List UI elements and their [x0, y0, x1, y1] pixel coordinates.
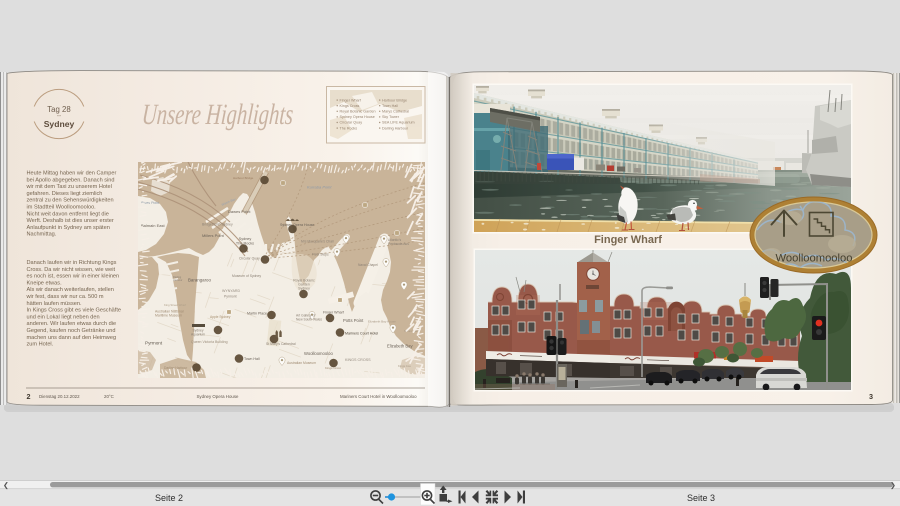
svg-text:Elizabeth Bay: Elizabeth Bay [387, 344, 414, 349]
svg-text:anderen. Wir laufen etwas durc: anderen. Wir laufen etwas durch die [27, 321, 117, 327]
svg-text:WYNYARD: WYNYARD [222, 289, 241, 293]
svg-text:St Mary's Cathedral: St Mary's Cathedral [266, 342, 296, 346]
svg-text:Balmain East: Balmain East [141, 223, 165, 228]
svg-text:Sky Tower: Sky Tower [382, 115, 400, 119]
svg-text:gefahren. Dieses liegt ziemlic: gefahren. Dieses liegt ziemlich [27, 191, 103, 197]
svg-text:Circular Quay: Circular Quay [239, 257, 260, 261]
svg-text:Werft. Deshalb ist dies unser: Werft. Deshalb ist dies unser erster [27, 218, 114, 224]
svg-text:Danach laufen wir in Richtung: Danach laufen wir in Richtung Kings [27, 260, 117, 266]
svg-text:hätten laufen müssen.: hätten laufen müssen. [27, 301, 82, 307]
svg-text:❯: ❯ [890, 482, 896, 490]
svg-text:wir mit dem Taxi zu unserem Ho: wir mit dem Taxi zu unserem Hotel [26, 184, 112, 190]
svg-text:Sydney: Sydney [44, 119, 75, 129]
svg-text:Mariners Court Hotel: Mariners Court Hotel [345, 332, 378, 336]
svg-text:Elizabeth Bay House: Elizabeth Bay House [368, 320, 396, 324]
svg-text:Potts Point: Potts Point [343, 318, 364, 323]
svg-text:machen uns dann auf den Heimwe: machen uns dann auf den Heimweg [27, 335, 117, 341]
svg-text:zentral zu den Sehenswürdigkei: zentral zu den Sehenswürdigkeiten [27, 198, 114, 204]
svg-text:Harbour: Harbour [173, 278, 183, 282]
svg-text:Kurraba Point: Kurraba Point [307, 185, 332, 190]
svg-text:Circular Quay: Circular Quay [340, 121, 363, 125]
svg-text:Kings Cou: Kings Cou [398, 364, 411, 368]
svg-text:Mariners Court Hotel in Woollo: Mariners Court Hotel in Woolloomooloo [340, 394, 417, 399]
svg-text:Sydney Opera House: Sydney Opera House [197, 394, 240, 399]
svg-text:Woolloomooloo: Woolloomooloo [304, 351, 333, 356]
svg-text:Finger Wharf: Finger Wharf [594, 234, 662, 246]
svg-text:Marys Cathedral: Marys Cathedral [382, 110, 409, 114]
svg-text:bei Apollo abgegeben. Danach s: bei Apollo abgegeben. Danach sind [27, 177, 115, 183]
svg-text:Dienstag 20.12.2022: Dienstag 20.12.2022 [39, 394, 80, 399]
svg-text:Kneipe etwas.: Kneipe etwas. [27, 280, 63, 286]
svg-text:The Rocks: The Rocks [236, 242, 254, 246]
svg-text:Millers Point: Millers Point [202, 233, 225, 238]
svg-text:The Rocks: The Rocks [340, 126, 358, 130]
svg-text:Gegend, kaufen noch Getränke u: Gegend, kaufen noch Getränke und [27, 328, 116, 334]
svg-text:Kings Cross: Kings Cross [325, 366, 342, 370]
svg-text:Pyrmont: Pyrmont [145, 341, 163, 346]
svg-text:Museum of Sydney: Museum of Sydney [232, 274, 261, 278]
svg-text:Tag 28: Tag 28 [47, 105, 70, 114]
svg-text:es noch ist, essen wir in eine: es noch ist, essen wir in einer kleinen [27, 274, 120, 280]
svg-text:Seite 3: Seite 3 [687, 493, 715, 503]
svg-text:Martin Place: Martin Place [247, 312, 267, 316]
svg-text:Nicht weit davon entfernt lieg: Nicht weit davon entfernt liegt die [27, 211, 109, 217]
svg-text:Woolloomooloo: Woolloomooloo [776, 253, 853, 265]
svg-text:Australian Museum: Australian Museum [287, 361, 316, 365]
svg-text:Sydney Opera House: Sydney Opera House [340, 115, 375, 119]
svg-text:Cross. Da wir nicht wissen, wi: Cross. Da wir nicht wissen, wie weit [27, 267, 116, 273]
svg-text:Sydney Opera House: Sydney Opera House [280, 223, 314, 227]
svg-text:Town Hall: Town Hall [244, 357, 260, 361]
svg-text:Naval Chapel: Naval Chapel [358, 263, 378, 267]
svg-text:Town Hall: Town Hall [382, 104, 398, 108]
svg-text:Darling Harbour: Darling Harbour [164, 366, 188, 370]
svg-text:und ein Lokal liegt neben den: und ein Lokal liegt neben den [27, 314, 100, 320]
svg-text:Anlaufpunkt in Sydney am späte: Anlaufpunkt in Sydney am späten [27, 225, 110, 231]
svg-text:Heute Mittag haben wir den Cam: Heute Mittag haben wir den Camper [27, 171, 117, 177]
svg-text:King Street Wharf: King Street Wharf [164, 303, 186, 307]
svg-text:Pyrmont: Pyrmont [224, 295, 237, 299]
svg-text:Finger Wharf: Finger Wharf [323, 311, 344, 315]
svg-text:Aquarium: Aquarium [191, 333, 205, 337]
svg-text:Sydney: Sydney [298, 287, 310, 291]
svg-text:Kings Cross: Kings Cross [340, 104, 360, 108]
svg-text:In Kings Cross gibt es viele G: In Kings Cross gibt es viele Geschäfte [27, 308, 122, 314]
svg-text:Nachmittag.: Nachmittag. [27, 232, 57, 238]
svg-text:Darling Harbour: Darling Harbour [382, 126, 409, 130]
svg-text:Unsere Highlights: Unsere Highlights [141, 97, 295, 131]
svg-text:2: 2 [27, 392, 31, 401]
svg-text:Peninsula Aus: Peninsula Aus [388, 242, 409, 246]
svg-text:❮: ❮ [3, 482, 9, 490]
svg-text:Mrs Macquarie's Chair: Mrs Macquarie's Chair [301, 240, 335, 244]
svg-text:Dawes Point: Dawes Point [228, 209, 251, 214]
svg-text:20°C: 20°C [104, 394, 114, 399]
svg-text:Royal Botanic Garden: Royal Botanic Garden [340, 110, 376, 114]
svg-text:Finger Wharf: Finger Wharf [340, 98, 362, 102]
svg-text:im Stadtteil Woolloomooloo.: im Stadtteil Woolloomooloo. [27, 205, 97, 211]
svg-text:Als wir danach weiterlaufen, s: Als wir danach weiterlaufen, stellen [27, 287, 114, 293]
svg-text:3: 3 [869, 392, 873, 401]
svg-text:KINGS CROSS: KINGS CROSS [345, 358, 371, 362]
svg-text:Sydney: Sydney [239, 237, 252, 241]
svg-text:Fleet Steps: Fleet Steps [312, 253, 329, 257]
svg-text:Maritime Museum: Maritime Museum [155, 314, 182, 318]
svg-text:SEA LIFE Aquarium: SEA LIFE Aquarium [382, 121, 415, 125]
svg-text:BridgeClimb Sydney: BridgeClimb Sydney [202, 223, 233, 227]
svg-text:zum Hotel.: zum Hotel. [27, 342, 54, 348]
svg-text:Seite 2: Seite 2 [155, 493, 183, 503]
svg-text:Apple Sydney: Apple Sydney [210, 315, 231, 319]
svg-text:Harbour Bridge: Harbour Bridge [233, 176, 254, 180]
svg-text:Barangaroo: Barangaroo [188, 278, 212, 283]
svg-text:Queen Victoria Building: Queen Victoria Building [191, 340, 228, 344]
svg-text:Harbour Bridge: Harbour Bridge [382, 98, 407, 102]
svg-text:New South Wales: New South Wales [296, 318, 322, 322]
svg-text:wir fest, dass wir nur ca. 500: wir fest, dass wir nur ca. 500 m [26, 294, 104, 300]
